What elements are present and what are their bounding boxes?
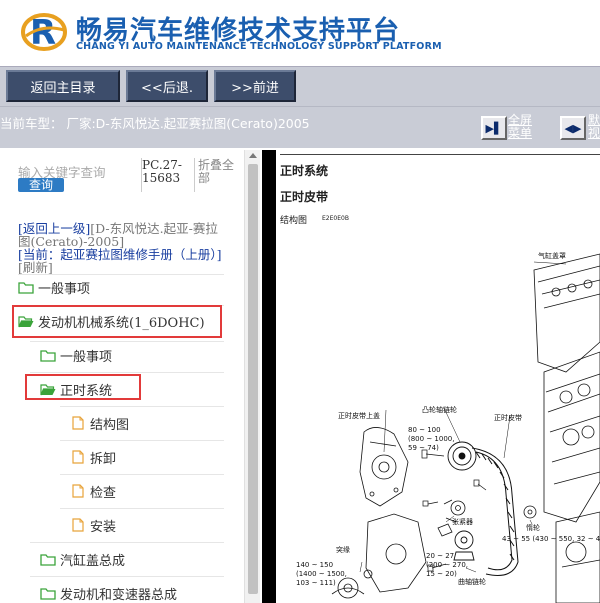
divider xyxy=(30,542,224,543)
svg-text:R: R xyxy=(30,13,56,53)
doc-figure-code: E2E0E0B xyxy=(322,215,349,222)
tree-item-removal[interactable]: 拆卸 xyxy=(72,445,116,469)
label-flange: 突缘 xyxy=(336,545,350,554)
fold-all-link[interactable]: 折叠全部 xyxy=(198,159,242,185)
highlight-box xyxy=(12,305,222,338)
tree-item-engine-transmission[interactable]: 发动机和变速器总成 xyxy=(40,581,177,603)
tree-item-label: 结构图 xyxy=(90,417,130,433)
tree-item-label: 一般事项 xyxy=(60,349,113,365)
doc-section-title: 正时系统 xyxy=(280,164,329,178)
divider xyxy=(60,440,224,441)
left-scrollbar[interactable] xyxy=(244,150,260,603)
highlight-box xyxy=(25,374,141,400)
tree-item-installation[interactable]: 安装 xyxy=(72,513,116,537)
folder-icon xyxy=(40,553,56,566)
label-valve-cover: 气缸盖罩 xyxy=(538,251,566,260)
tree-item-label: 拆卸 xyxy=(90,451,117,467)
label-crank-sprocket: 曲轴链轮 xyxy=(458,577,486,586)
divider xyxy=(30,372,224,373)
label-torque-1c: 59 ~ 74) xyxy=(408,444,439,452)
folder-icon xyxy=(40,587,56,600)
document-viewer: 正时系统 正时皮带 结构图 E2E0E0B 气缸盖罩 正时皮带上盖 凸轮轴链轮 … xyxy=(262,150,600,603)
fullscreen-label-2: 菜单 xyxy=(508,126,533,140)
nav-bar: 返回主目录 <<后退. >>前进 xyxy=(0,66,600,106)
label-timing-cover-upper: 正时皮带上盖 xyxy=(338,411,380,420)
site-subtitle: CHANG YI AUTO MAINTENANCE TECHNOLOGY SUP… xyxy=(76,41,442,52)
home-button[interactable]: 返回主目录 xyxy=(6,70,120,102)
breadcrumb: [返回上一级][D-东风悦达.起亚-赛拉图(Cerato)-2005] [当前：… xyxy=(18,222,228,274)
current-model: 当前车型： 厂家:D-东风悦达.起亚赛拉图(Cerato)2005 xyxy=(0,116,310,131)
tree-item-label: 检查 xyxy=(90,485,117,501)
pc-code: PC.27-15683 xyxy=(142,158,182,185)
model-bar: 当前车型： 厂家:D-东风悦达.起亚赛拉图(Cerato)2005 ▶▌ 全屏 … xyxy=(0,106,600,148)
document-icon xyxy=(72,416,84,430)
document-icon xyxy=(72,484,84,498)
scroll-thumb[interactable] xyxy=(248,164,258,594)
label-torque-3b: (200 ~ 270, xyxy=(426,561,468,569)
divider xyxy=(30,576,224,577)
label-torque-4c: 103 ~ 111) xyxy=(296,579,336,587)
label-torque-3c: 15 ~ 20) xyxy=(426,570,457,578)
tree-item-label: 安装 xyxy=(90,519,117,535)
doc-subsection-title: 正时皮带 xyxy=(280,190,329,204)
divider xyxy=(60,508,224,509)
query-button[interactable]: 查询 xyxy=(18,178,64,192)
label-torque-4b: (1400 ~ 1500, xyxy=(296,570,347,578)
tree-item-structure[interactable]: 结构图 xyxy=(72,411,129,435)
divider xyxy=(60,406,224,407)
label-timing-belt: 正时皮带 xyxy=(494,413,522,422)
label-torque-1: 80 ~ 100 xyxy=(408,426,441,434)
default-label-2: 视 xyxy=(588,126,600,140)
tree-item-cylinder-head[interactable]: 汽缸盖总成 xyxy=(40,547,125,571)
crumb-refresh-link[interactable]: [刷新] xyxy=(18,260,53,275)
left-panel: 输入关键字查询 查询 PC.27-15683 折叠全部 [返回上一级][D-东风… xyxy=(0,150,244,603)
folder-icon xyxy=(18,281,34,294)
divider xyxy=(30,341,224,342)
app-root: R 畅易汽车维修技术支持平台 CHANG YI AUTO MAINTENANCE… xyxy=(0,0,600,603)
default-view-icon[interactable]: ◀▶ xyxy=(560,116,586,140)
label-torque-2: 43 ~ 55 (430 ~ 550, 32 ~ 40) xyxy=(502,535,600,543)
divider xyxy=(280,154,600,155)
divider xyxy=(194,158,195,192)
default-view-link[interactable]: 默 视 xyxy=(588,114,600,140)
forward-button[interactable]: >>前进 xyxy=(214,70,296,102)
tree-item-label: 发动机和变速器总成 xyxy=(60,587,178,603)
divider xyxy=(60,474,224,475)
tree-item-general[interactable]: 一般事项 xyxy=(18,275,90,299)
tree-item-label: 汽缸盖总成 xyxy=(60,553,126,569)
label-tensioner: 张紧器 xyxy=(452,517,473,526)
label-cam-sprocket: 凸轮轴链轮 xyxy=(422,405,457,414)
fullscreen-icon[interactable]: ▶▌ xyxy=(481,116,507,140)
site-header: R 畅易汽车维修技术支持平台 CHANG YI AUTO MAINTENANCE… xyxy=(0,0,600,66)
document-icon xyxy=(72,450,84,464)
scroll-up-icon[interactable] xyxy=(249,153,257,158)
tree-item-label: 一般事项 xyxy=(38,281,91,297)
label-torque-1b: (800 ~ 1000, xyxy=(408,435,454,443)
manual-page: 正时系统 正时皮带 结构图 E2E0E0B 气缸盖罩 正时皮带上盖 凸轮轴链轮 … xyxy=(276,150,600,603)
label-torque-4: 140 ~ 150 xyxy=(296,561,333,569)
document-icon xyxy=(72,518,84,532)
timing-belt-diagram: 气缸盖罩 正时皮带上盖 凸轮轴链轮 正时皮带 80 ~ 100 (800 ~ 1… xyxy=(296,251,600,603)
fullscreen-menu-link[interactable]: 全屏 菜单 xyxy=(508,114,532,140)
label-idler: 惰轮 xyxy=(526,523,540,532)
back-button[interactable]: <<后退. xyxy=(126,70,208,102)
tree-item-inspection[interactable]: 检查 xyxy=(72,479,116,503)
logo-icon: R xyxy=(21,13,67,53)
tree-item-general-sub[interactable]: 一般事项 xyxy=(40,343,112,367)
label-torque-3: 20 ~ 27 xyxy=(426,552,454,560)
folder-icon xyxy=(40,349,56,362)
